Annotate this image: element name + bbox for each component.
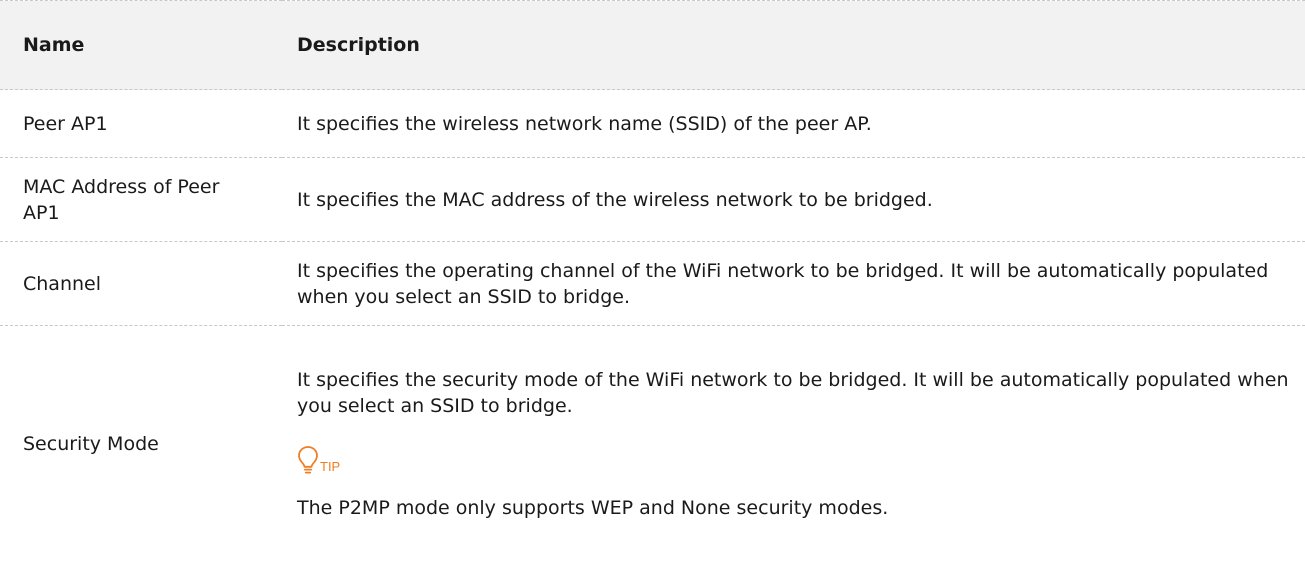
tip-block: TIP	[297, 441, 1295, 475]
param-name: MAC Address of Peer AP1	[23, 175, 220, 224]
param-description: It specifies the wireless network name (…	[297, 112, 872, 135]
table-row: Channel It specifies the operating chann…	[0, 241, 1305, 326]
table-row: Peer AP1 It specifies the wireless netwo…	[0, 89, 1305, 158]
parameter-table: Name Description Peer AP1 It specifies t…	[0, 0, 1305, 562]
tip-text: The P2MP mode only supports WEP and None…	[297, 496, 889, 519]
param-name: Peer AP1	[23, 112, 108, 135]
param-description: It specifies the security mode of the Wi…	[297, 368, 1289, 417]
param-description: It specifies the operating channel of th…	[297, 259, 1269, 308]
param-description: It specifies the MAC address of the wire…	[297, 188, 933, 211]
param-name: Channel	[23, 272, 102, 295]
table-row: Security Mode It specifies the security …	[0, 325, 1305, 562]
param-name: Security Mode	[23, 432, 159, 455]
column-header-description: Description	[297, 34, 420, 56]
table-row: MAC Address of Peer AP1 It specifies the…	[0, 157, 1305, 242]
table-header-row: Name Description	[0, 0, 1305, 90]
column-header-name: Name	[23, 34, 85, 56]
param-description-cell: It specifies the security mode of the Wi…	[282, 326, 1305, 562]
tip-label: TIP	[320, 458, 341, 474]
lightbulb-icon	[297, 445, 319, 475]
